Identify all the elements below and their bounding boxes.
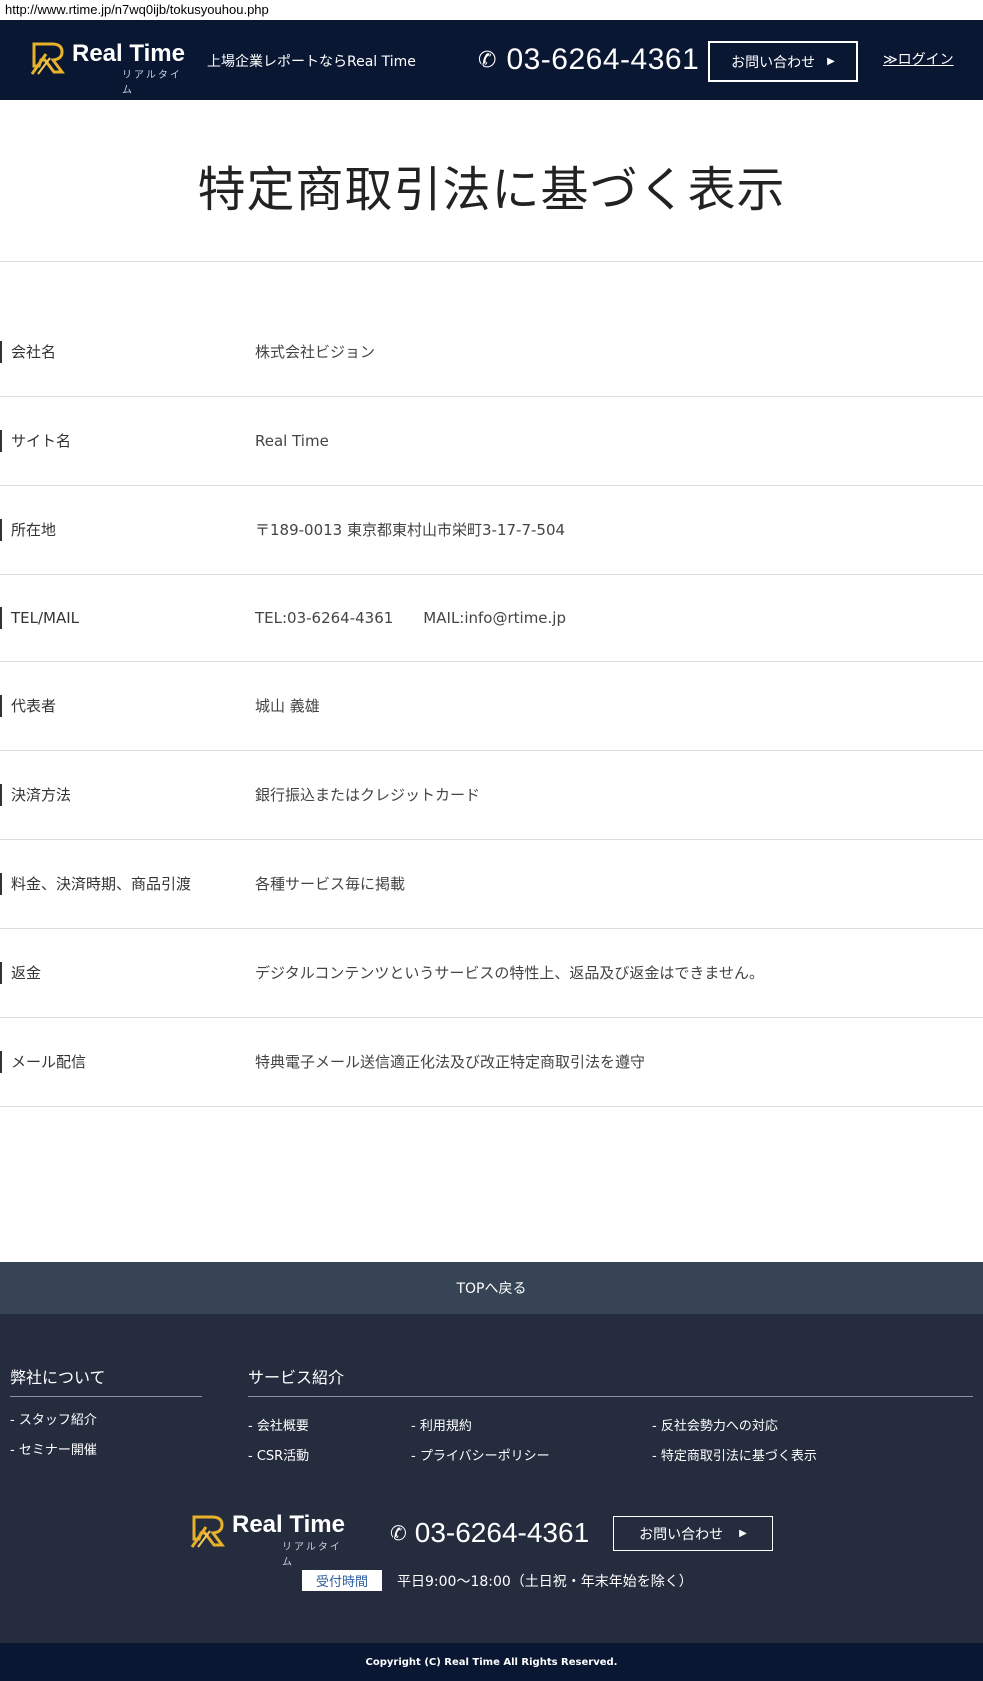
triangle-right-icon: ▶ [739,1528,747,1539]
footer-services-column: サービス紹介 - 会社概要 - 利用規約 - 反社会勢力への対応 - CSR活動… [248,1364,973,1472]
site-footer: 弊社について - スタッフ紹介 - セミナー開催 サービス紹介 - 会社概要 -… [0,1314,983,1643]
info-label: 所在地 [0,519,56,541]
info-label: 決済方法 [0,784,71,806]
info-value: 株式会社ビジョン [255,342,376,361]
footer-link-terms[interactable]: - 利用規約 [411,1415,472,1434]
info-label: 料金、決済時期、商品引渡 [0,873,191,895]
info-label: 返金 [0,962,41,984]
info-label: 会社名 [0,340,56,363]
footer-about-heading: 弊社について [10,1364,202,1397]
info-value: 〒189-0013 東京都東村山市栄町3-17-7-504 [255,521,566,539]
login-link[interactable]: ≫ログイン [883,49,954,69]
site-header: Real Time リアルタイム 上場企業レポートならReal Time ✆ 0… [0,20,983,100]
header-logo[interactable]: Real Time リアルタイム [30,40,190,96]
logo-r-icon [30,42,65,75]
footer-contact-button[interactable]: お問い合わせ ▶ [613,1516,773,1551]
footer-logo[interactable]: Real Time リアルタイム [190,1511,350,1568]
info-row: 代表者 城山 義雄 [0,662,983,751]
info-table: 会社名 株式会社ビジョン サイト名 Real Time 所在地 〒189-001… [0,307,983,1107]
footer-logo-subtext: リアルタイム [282,1542,342,1568]
info-row: 料金、決済時期、商品引渡 各種サービス毎に掲載 [0,840,983,929]
back-to-top-button[interactable]: TOPへ戻る [0,1262,983,1314]
info-row: TEL/MAIL TEL:03-6264-4361 MAIL:info@rtim… [0,575,983,662]
footer-about-column: 弊社について - スタッフ紹介 - セミナー開催 [10,1364,202,1472]
phone-icon: ✆ [390,1521,407,1545]
info-value: 城山 義雄 [255,697,320,715]
footer-link-staff[interactable]: - スタッフ紹介 [10,1412,202,1442]
browser-url: http://www.rtime.jp/n7wq0ijb/tokusyouhou… [0,0,983,20]
header-contact-button[interactable]: お問い合わせ ▶ [708,41,858,82]
footer-link-antisocial[interactable]: - 反社会勢力への対応 [652,1415,778,1434]
contact-button-label: お問い合わせ [731,54,816,71]
logo-text: Real Time [72,40,185,67]
info-label: TEL/MAIL [0,607,79,629]
footer-link-tokushoho[interactable]: - 特定商取引法に基づく表示 [652,1445,817,1464]
info-row: 返金 デジタルコンテンツというサービスの特性上、返品及び返金はできません。 [0,929,983,1018]
hours-text: 平日9:00〜18:00（土日祝・年末年始を除く） [397,1573,693,1590]
info-value: TEL:03-6264-4361 MAIL:info@rtime.jp [255,609,566,627]
info-label: メール配信 [0,1051,86,1073]
footer-phone-number: 03-6264-4361 [414,1517,590,1548]
footer-link-company[interactable]: - 会社概要 [248,1415,309,1434]
info-value: Real Time [255,432,329,450]
footer-link-seminar[interactable]: - セミナー開催 [10,1442,202,1472]
copyright: Copyright (C) Real Time All Rights Reser… [0,1643,983,1681]
footer-phone[interactable]: ✆ 03-6264-4361 [390,1515,589,1551]
title-section: 特定商取引法に基づく表示 [0,100,983,262]
info-value: 銀行振込またはクレジットカード [255,786,481,804]
info-row: 会社名 株式会社ビジョン [0,307,983,397]
triangle-right-icon: ▶ [827,56,835,67]
info-label: 代表者 [0,695,56,717]
info-value: 特典電子メール送信適正化法及び改正特定商取引法を遵守 [255,1053,646,1071]
page-title: 特定商取引法に基づく表示 [197,161,786,218]
footer-link-privacy[interactable]: - プライバシーポリシー [411,1445,550,1464]
header-phone[interactable]: ✆ 03-6264-4361 [478,40,699,80]
business-hours: 受付時間 平日9:00〜18:00（土日祝・年末年始を除く） [302,1570,693,1591]
contact-button-label: お問い合わせ [639,1526,724,1543]
info-row: 決済方法 銀行振込またはクレジットカード [0,751,983,840]
footer-link-csr[interactable]: - CSR活動 [248,1445,309,1464]
hours-badge: 受付時間 [302,1570,382,1591]
info-label: サイト名 [0,430,71,452]
header-phone-number: 03-6264-4361 [506,43,700,76]
info-value: 各種サービス毎に掲載 [255,875,406,893]
phone-icon: ✆ [478,47,497,73]
logo-subtext: リアルタイム [122,70,182,96]
logo-r-icon [190,1515,225,1548]
info-value: デジタルコンテンツというサービスの特性上、返品及び返金はできません。 [255,964,764,982]
info-row: 所在地 〒189-0013 東京都東村山市栄町3-17-7-504 [0,486,983,575]
header-tagline: 上場企業レポートならReal Time [207,54,416,70]
info-row: メール配信 特典電子メール送信適正化法及び改正特定商取引法を遵守 [0,1018,983,1107]
footer-logo-text: Real Time [232,1511,345,1538]
footer-services-heading: サービス紹介 [248,1364,973,1397]
info-row: サイト名 Real Time [0,397,983,486]
